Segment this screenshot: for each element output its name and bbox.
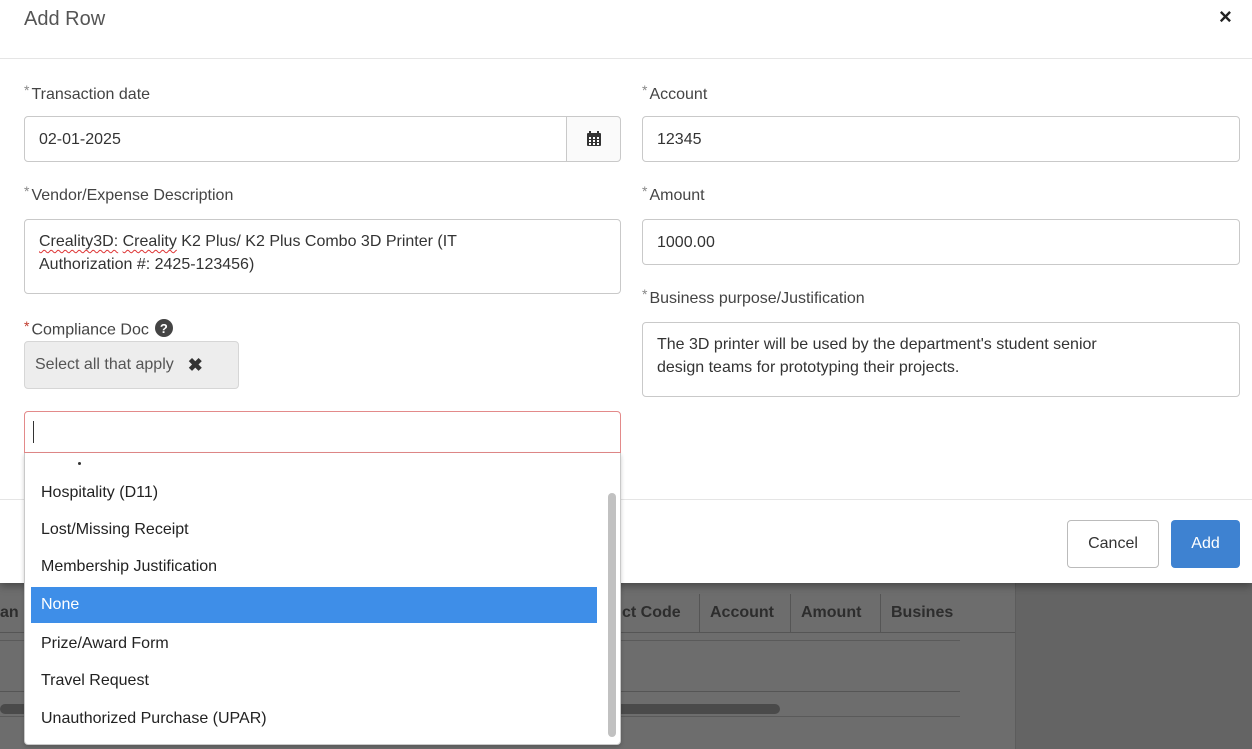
business-purpose-label-text: Business purpose/Justification (649, 290, 865, 307)
compliance-doc-label: * Compliance Doc? (24, 317, 173, 340)
calendar-button[interactable] (566, 116, 621, 162)
vendor-line-1-rest: K2 Plus/ K2 Plus Combo 3D Printer (IT (176, 233, 457, 250)
select-all-text: Select all that apply (35, 356, 174, 373)
modal-title: Add Row (24, 8, 106, 30)
dropdown-option-lost-receipt[interactable]: Lost/Missing Receipt (31, 512, 597, 548)
modal-header-divider (0, 58, 1252, 59)
close-icon[interactable]: × (1219, 6, 1232, 28)
dropdown-option-membership[interactable]: Membership Justification (31, 549, 597, 585)
add-button[interactable]: Add (1171, 520, 1240, 568)
required-marker: * (24, 317, 30, 334)
clear-x-icon[interactable]: ✖ (188, 355, 203, 376)
required-marker: * (24, 82, 30, 98)
bg-header-amount: Amount (790, 594, 880, 632)
required-marker: * (642, 286, 648, 302)
dropdown-option-prize-award[interactable]: Prize/Award Form (31, 626, 597, 662)
compliance-doc-label-text: Compliance Doc (31, 321, 149, 339)
business-purpose-textarea[interactable]: The 3D printer will be used by the depar… (642, 322, 1240, 397)
amount-input[interactable]: 1000.00 (642, 219, 1240, 265)
compliance-doc-search-input[interactable] (24, 411, 621, 453)
spellcheck-word: Creality (122, 233, 177, 250)
required-marker: * (642, 82, 648, 98)
business-purpose-line-2: design teams for prototyping their proje… (657, 359, 960, 376)
transaction-date-input[interactable]: 02-01-2025 (24, 116, 567, 162)
transaction-date-label: * Transaction date (24, 82, 151, 104)
business-purpose-label: * Business purpose/Justification (642, 286, 865, 308)
vendor-description-textarea[interactable]: Creality3D: Creality K2 Plus/ K2 Plus Co… (24, 219, 621, 294)
dropdown-option-hospitality[interactable]: Hospitality (D11) (31, 475, 597, 511)
dropdown-option-upar[interactable]: Unauthorized Purchase (UPAR) (31, 701, 597, 737)
bg-header-business: Busines (880, 594, 1015, 632)
transaction-date-label-text: Transaction date (31, 86, 151, 103)
vendor-label: * Vendor/Expense Description (24, 183, 234, 205)
cancel-button[interactable]: Cancel (1067, 520, 1159, 568)
amount-label: * Amount (642, 183, 705, 205)
calendar-icon (586, 131, 601, 146)
vendor-label-text: Vendor/Expense Description (31, 187, 234, 204)
business-purpose-line-1: The 3D printer will be used by the depar… (657, 336, 1097, 353)
text-caret (33, 421, 34, 443)
question-circle-icon[interactable]: ? (154, 319, 173, 337)
account-label-text: Account (649, 86, 708, 103)
bg-header-object-code: ct Code (622, 604, 681, 621)
vendor-line-1: Creality3D: Creality K2 Plus/ K2 Plus Co… (39, 230, 606, 253)
amount-label-text: Amount (649, 187, 705, 204)
bg-header-account: Account (699, 594, 790, 632)
account-label: * Account (642, 82, 708, 104)
dropdown-option-travel-request[interactable]: Travel Request (31, 663, 597, 699)
select-all-tag[interactable]: Select all that apply ✖ (24, 341, 239, 389)
background-right-panel (1015, 583, 1252, 749)
required-marker: * (24, 183, 30, 199)
dropdown-option-none[interactable]: None (31, 587, 597, 623)
account-input[interactable]: 12345 (642, 116, 1240, 162)
required-marker: * (642, 183, 648, 199)
spellcheck-word: Creality3D: (39, 233, 119, 250)
partially-hidden-option (25, 453, 597, 467)
compliance-doc-dropdown[interactable]: Hospitality (D11) Lost/Missing Receipt M… (24, 453, 621, 745)
vendor-line-2: Authorization #: 2425-123456) (39, 256, 255, 273)
dropdown-scrollbar-thumb[interactable] (608, 493, 616, 737)
